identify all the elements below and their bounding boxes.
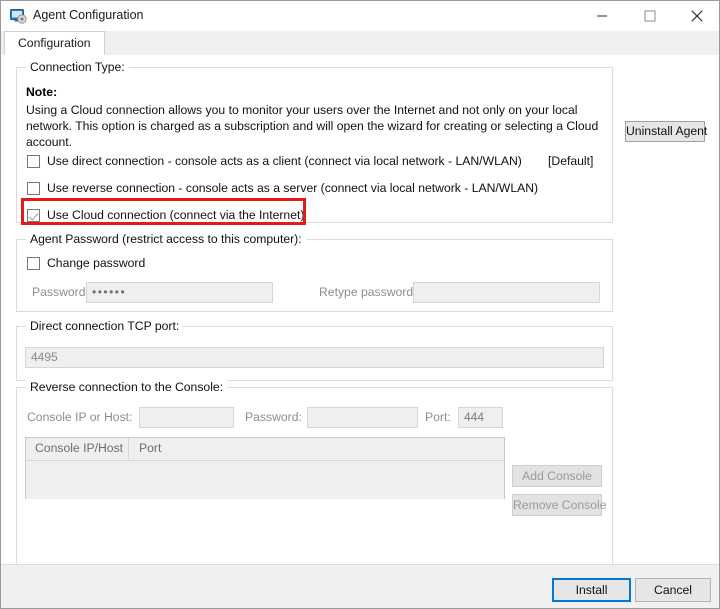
reverse-port-label: Port: <box>425 408 451 427</box>
checkbox-use-direct-connection[interactable]: Use direct connection - console acts as … <box>27 152 522 170</box>
reverse-port-input[interactable]: 444 <box>458 407 503 428</box>
console-ip-label: Console IP or Host: <box>27 408 132 427</box>
checkbox-use-reverse-connection[interactable]: Use reverse connection - console acts as… <box>27 179 538 197</box>
cancel-button[interactable]: Cancel <box>635 578 711 602</box>
uninstall-agent-button[interactable]: Uninstall Agent <box>625 121 705 142</box>
note-title: Note: <box>26 85 57 99</box>
agent-configuration-window: Agent Configuration Configuration Uninst… <box>0 0 720 609</box>
connection-type-legend: Connection Type: <box>26 60 129 74</box>
column-header-port[interactable]: Port <box>130 438 161 459</box>
password-input[interactable]: •••••• <box>86 282 273 303</box>
reverse-connection-legend: Reverse connection to the Console: <box>26 380 227 394</box>
window-title: Agent Configuration <box>33 7 144 24</box>
window-titlebar: Agent Configuration <box>1 1 719 32</box>
tcp-port-input[interactable]: 4495 <box>25 347 604 368</box>
password-label: Password: <box>32 283 89 302</box>
console-list-header: Console IP/Host Port <box>26 438 504 461</box>
checkbox-use-cloud-connection[interactable]: Use Cloud connection (connect via the In… <box>27 206 304 224</box>
default-tag: [Default] <box>548 152 593 170</box>
checkbox-label-cloud: Use Cloud connection (connect via the In… <box>47 208 304 222</box>
dialog-footer: Install Cancel <box>1 564 719 609</box>
agent-settings-icon <box>10 8 27 24</box>
checkbox-box-cloud[interactable] <box>27 209 40 222</box>
retype-password-label: Retype password: <box>319 283 417 302</box>
add-console-button[interactable]: Add Console <box>512 465 602 487</box>
column-header-console-ip-host[interactable]: Console IP/Host <box>26 438 129 459</box>
console-list[interactable]: Console IP/Host Port <box>25 437 505 499</box>
maximize-icon[interactable] <box>627 1 673 30</box>
note-body: Using a Cloud connection allows you to m… <box>26 102 606 150</box>
reverse-password-input[interactable] <box>307 407 418 428</box>
tab-configuration[interactable]: Configuration <box>4 31 105 55</box>
retype-password-input[interactable] <box>413 282 600 303</box>
configuration-panel: Uninstall Agent Connection Type: Note: U… <box>1 55 719 564</box>
remove-console-button[interactable]: Remove Console <box>512 494 602 516</box>
console-list-body[interactable] <box>26 461 504 499</box>
tab-strip: Configuration <box>1 31 719 56</box>
close-icon[interactable] <box>674 1 720 30</box>
checkbox-box-change-password[interactable] <box>27 257 40 270</box>
checkbox-box-direct[interactable] <box>27 155 40 168</box>
checkbox-label-direct: Use direct connection - console acts as … <box>47 154 522 168</box>
reverse-password-label: Password: <box>245 408 302 427</box>
console-ip-input[interactable] <box>139 407 234 428</box>
checkbox-box-reverse[interactable] <box>27 182 40 195</box>
checkbox-change-password[interactable]: Change password <box>27 254 145 272</box>
install-button[interactable]: Install <box>552 578 631 602</box>
minimize-icon[interactable] <box>579 1 625 30</box>
checkbox-label-change-password: Change password <box>47 256 145 270</box>
agent-password-legend: Agent Password (restrict access to this … <box>26 232 306 246</box>
tcp-port-legend: Direct connection TCP port: <box>26 319 183 333</box>
checkbox-label-reverse: Use reverse connection - console acts as… <box>47 181 538 195</box>
